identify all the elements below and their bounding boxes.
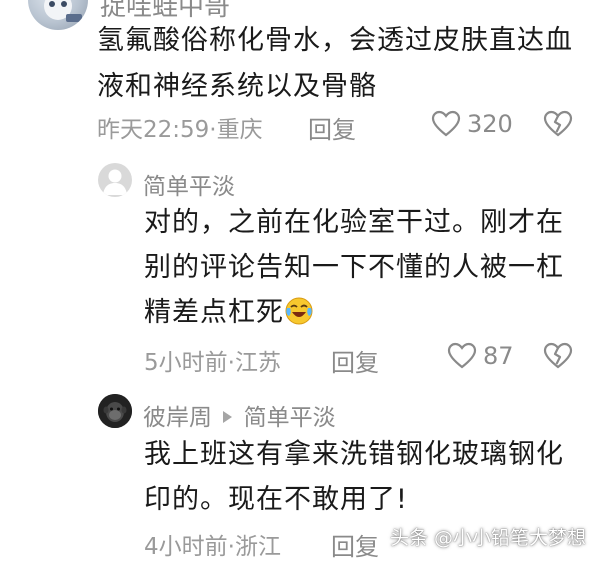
comment-username[interactable]: 简单平淡 — [143, 167, 235, 201]
comment-username[interactable]: 彼岸周 — [143, 405, 212, 431]
triangle-right-icon — [223, 403, 233, 429]
comment-text: 氢氟酸俗称化骨水，会透过皮肤直达血液和神经系统以及骨骼 — [97, 25, 573, 102]
like-button[interactable] — [431, 110, 461, 138]
comment-text-line: 别的评论告知一下不懂的人被一杠 — [144, 252, 564, 283]
meta-separator: · — [227, 350, 235, 376]
like-count: 320 — [467, 110, 513, 138]
like-button[interactable] — [447, 342, 477, 370]
comment-text: 我上班这有拿来洗错钢化玻璃钢化印的。现在不敢用了! — [144, 439, 564, 515]
comment-location: 江苏 — [234, 350, 281, 376]
avatar[interactable] — [28, 0, 88, 30]
comment-text-line: 对的，之前在化验室干过。刚才在 — [144, 207, 564, 238]
heart-outline-icon — [431, 110, 461, 137]
reply-button[interactable]: 回复 — [331, 527, 379, 562]
avatar[interactable] — [98, 394, 132, 428]
comment-text-line: 精差点杠死 — [144, 297, 284, 328]
heart-outline-icon — [447, 342, 477, 369]
broken-heart-icon — [543, 110, 573, 137]
watermark: 头条 @小小铅笔大梦想 — [389, 527, 586, 549]
reply-to-username[interactable]: 简单平淡 — [244, 405, 336, 431]
comment-meta: 昨天22:59·重庆 — [97, 110, 263, 144]
comment-meta: 4小时前·浙江 — [144, 527, 281, 561]
broken-heart-icon — [543, 342, 573, 369]
meta-separator: · — [227, 534, 235, 560]
comment-text: 对的，之前在化验室干过。刚才在 别的评论告知一下不懂的人被一杠 精差点杠死 — [144, 200, 584, 335]
dislike-button[interactable] — [543, 110, 573, 138]
comment-time: 4小时前 — [144, 534, 228, 560]
meta-separator: · — [209, 117, 217, 143]
dislike-button[interactable] — [543, 342, 573, 370]
reply-button[interactable]: 回复 — [308, 110, 356, 145]
comment-location: 重庆 — [216, 117, 263, 143]
like-count: 87 — [483, 342, 514, 370]
comment-time: 5小时前 — [144, 350, 228, 376]
avatar[interactable] — [98, 163, 132, 197]
comment-meta: 5小时前·江苏 — [144, 343, 281, 377]
comment-location: 浙江 — [234, 534, 281, 560]
comment-time: 昨天22:59 — [97, 117, 210, 143]
reply-button[interactable]: 回复 — [331, 343, 379, 378]
crying-laughing-emoji-icon — [284, 295, 314, 325]
reply-header: 彼岸周 简单平淡 — [143, 398, 336, 432]
